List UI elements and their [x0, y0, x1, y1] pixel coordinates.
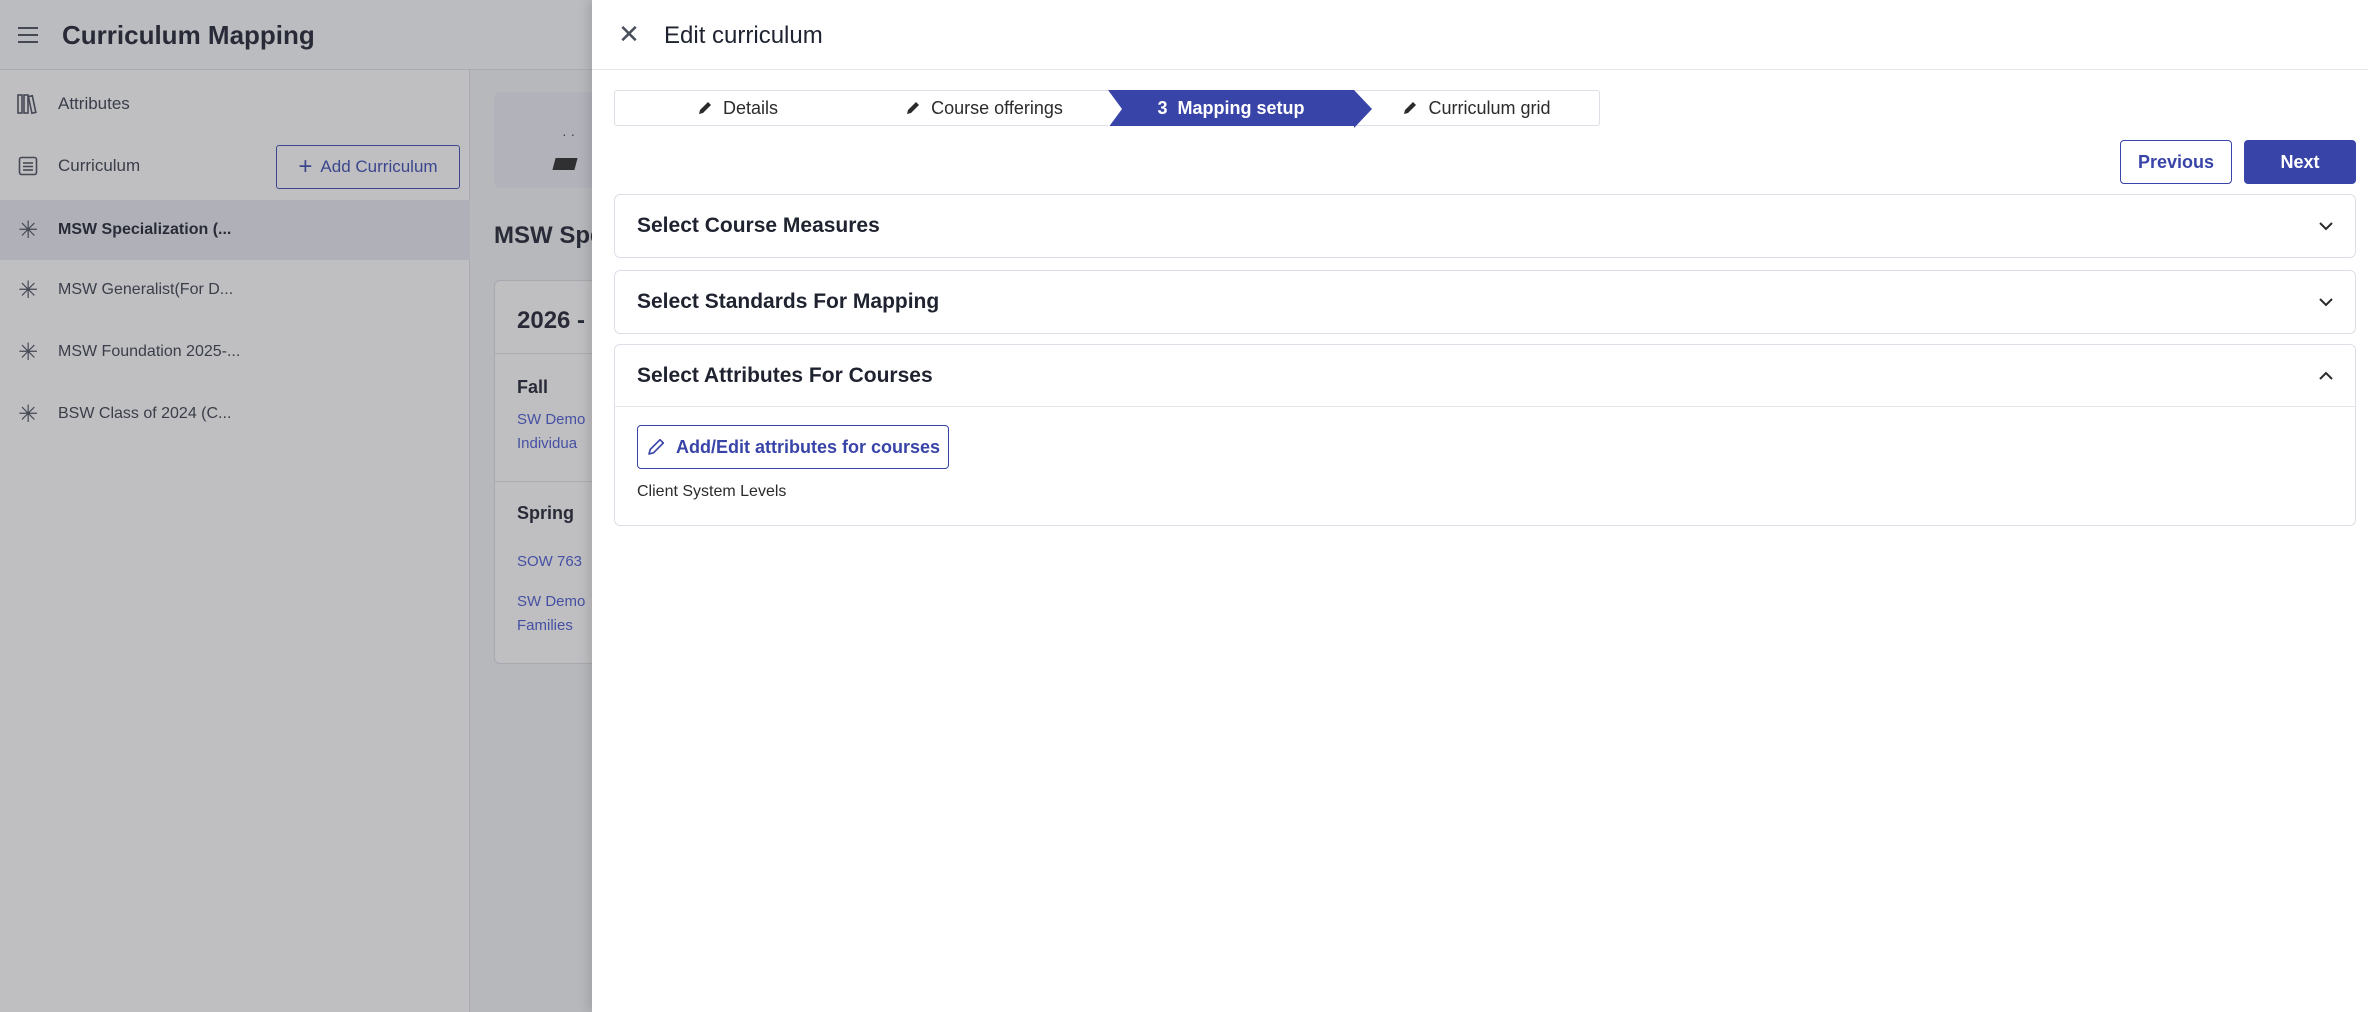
pencil-icon — [1404, 102, 1417, 114]
accordion-title: Select Course Measures — [637, 214, 880, 237]
step-mapping-setup[interactable]: 3 Mapping setup — [1108, 90, 1372, 128]
pencil-outline-icon — [648, 438, 665, 455]
edit-curriculum-panel: ✕ Edit curriculum Details Course offerin… — [592, 0, 2368, 1012]
step-label: Mapping setup — [1177, 97, 1305, 118]
accordion-standards-mapping: Select Standards For Mapping — [614, 270, 2356, 334]
accordion-course-measures: Select Course Measures — [614, 194, 2356, 258]
accordion-title: Select Standards For Mapping — [637, 290, 940, 313]
step-details[interactable]: Details — [614, 90, 860, 126]
step-curriculum-grid[interactable]: Curriculum grid — [1354, 90, 1600, 126]
accordion-title: Select Attributes For Courses — [637, 364, 933, 387]
step-course-offerings[interactable]: Course offerings — [860, 90, 1108, 126]
step-label: Curriculum grid — [1428, 97, 1551, 118]
add-edit-attributes-button[interactable]: Add/Edit attributes for courses — [637, 425, 949, 469]
panel-title: Edit curriculum — [664, 22, 823, 49]
stepper: Details Course offerings 3 Mapping setup… — [614, 90, 1600, 128]
panel-header: ✕ Edit curriculum — [592, 0, 2368, 70]
next-button[interactable]: Next — [2244, 140, 2356, 184]
accordion-header[interactable]: Select Course Measures — [615, 195, 2355, 257]
accordion-header[interactable]: Select Attributes For Courses — [615, 345, 2355, 407]
selected-attribute: Client System Levels — [637, 483, 787, 500]
step-label: Course offerings — [931, 97, 1063, 118]
previous-button[interactable]: Previous — [2120, 140, 2232, 184]
pencil-icon — [698, 102, 711, 114]
chevron-up-icon — [2319, 371, 2333, 380]
pencil-icon — [907, 102, 920, 114]
close-icon[interactable]: ✕ — [614, 20, 644, 50]
accordion-attributes-courses: Select Attributes For Courses Add/Edit a… — [614, 344, 2356, 526]
chevron-down-icon — [2319, 222, 2333, 231]
step-number: 3 — [1157, 97, 1168, 118]
button-label: Add/Edit attributes for courses — [675, 436, 941, 457]
chevron-down-icon — [2319, 298, 2333, 307]
step-label: Details — [722, 97, 779, 118]
accordion-header[interactable]: Select Standards For Mapping — [615, 271, 2355, 333]
